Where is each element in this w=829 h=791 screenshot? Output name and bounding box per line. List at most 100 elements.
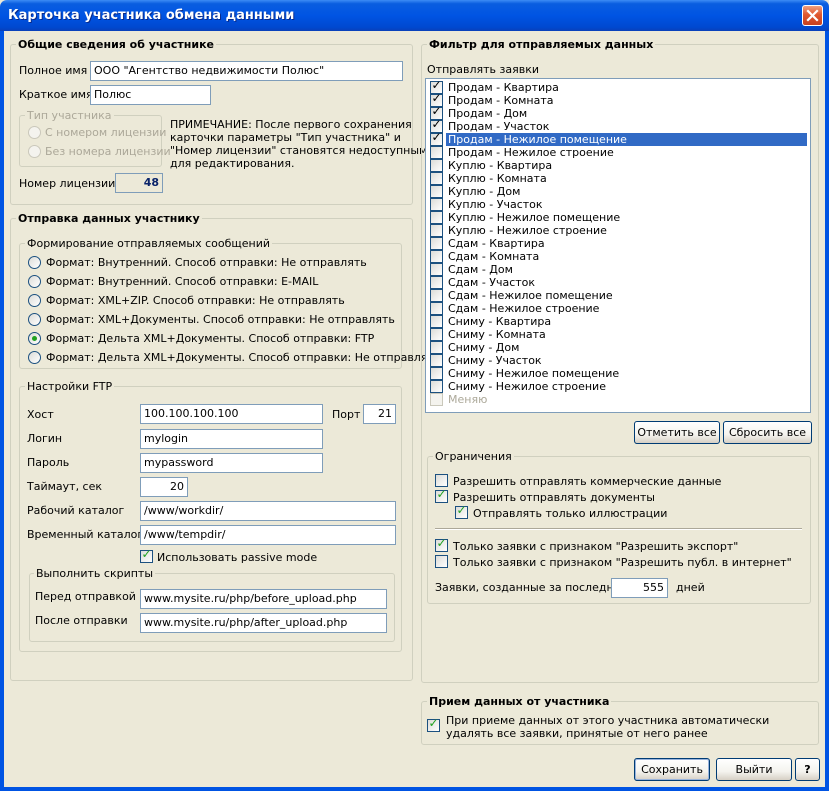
list-item[interactable]: Сниму - Участок xyxy=(428,354,807,367)
license-type-radio[interactable] xyxy=(28,126,41,139)
tempdir-input[interactable]: /www/tempdir/ xyxy=(140,525,396,545)
login-input[interactable]: mylogin xyxy=(140,429,323,449)
receive-title: Прием данных от участника xyxy=(427,695,612,708)
format-radio-6[interactable] xyxy=(28,351,41,364)
password-input[interactable]: mypassword xyxy=(140,453,323,473)
list-item-label: Меняю xyxy=(448,393,488,406)
list-item-checkbox[interactable] xyxy=(430,146,443,159)
workdir-input[interactable]: /www/workdir/ xyxy=(140,501,396,521)
list-item-checkbox[interactable] xyxy=(430,172,443,185)
auto-delete-label-line-2: удалять все заявки, принятые от него ран… xyxy=(446,727,708,740)
short-name-input[interactable]: Полюс xyxy=(90,85,211,105)
before-upload-input[interactable]: www.mysite.ru/php/before_upload.php xyxy=(140,589,387,609)
list-item-checkbox[interactable] xyxy=(430,263,443,276)
list-item-checkbox[interactable] xyxy=(430,302,443,315)
list-item[interactable]: Куплю - Дом xyxy=(428,185,807,198)
close-button[interactable] xyxy=(802,5,823,26)
list-item[interactable]: ✓ Продам - Дом xyxy=(428,105,807,120)
filter-title: Фильтр для отправляемых данных xyxy=(427,38,656,51)
list-item-checkbox[interactable] xyxy=(430,185,443,198)
only-export-checkbox[interactable]: ✓ xyxy=(435,537,448,552)
list-item-checkbox[interactable] xyxy=(430,250,443,263)
send-title: Отправка данных участнику xyxy=(16,212,202,225)
list-item-checkbox[interactable] xyxy=(430,328,443,341)
allow-documents-label: Разрешить отправлять документы xyxy=(453,491,655,504)
format-label-2: Формат: Внутренний. Способ отправки: E-M… xyxy=(46,275,319,288)
list-item[interactable]: Сдам - Комната xyxy=(428,250,807,263)
host-input[interactable]: 100.100.100.100 xyxy=(140,404,323,424)
list-item[interactable]: Куплю - Квартира xyxy=(428,159,807,172)
note-line-3: "Номер лицензии" становятся недоступными xyxy=(170,144,435,157)
allow-documents-checkbox[interactable]: ✓ xyxy=(435,488,448,503)
format-radio-1[interactable] xyxy=(28,256,41,269)
limits-separator xyxy=(435,528,802,530)
list-item[interactable]: Куплю - Нежилое помещение xyxy=(428,211,807,224)
format-radio-5[interactable] xyxy=(28,332,41,345)
list-item-checkbox[interactable] xyxy=(430,159,443,172)
exit-button[interactable]: Выйти xyxy=(716,758,792,781)
list-item[interactable]: Меняю xyxy=(428,393,807,406)
list-item-label: Куплю - Комната xyxy=(448,172,547,185)
passive-mode-checkbox[interactable]: ✓ xyxy=(140,548,153,563)
list-item[interactable]: Продам - Нежилое строение xyxy=(428,146,807,159)
list-item[interactable]: Сдам - Участок xyxy=(428,276,807,289)
list-item[interactable]: Сдам - Нежилое строение xyxy=(428,302,807,315)
list-item[interactable]: ✓ Продам - Комната xyxy=(428,92,807,107)
list-item-checkbox[interactable] xyxy=(430,393,443,406)
list-item[interactable]: Сдам - Нежилое помещение xyxy=(428,289,807,302)
list-item-checkbox[interactable] xyxy=(430,367,443,380)
full-name-label: Полное имя xyxy=(19,64,88,77)
timeout-input[interactable]: 20 xyxy=(140,477,188,497)
list-item[interactable]: Сниму - Квартира xyxy=(428,315,807,328)
list-item[interactable]: Сниму - Дом xyxy=(428,341,807,354)
license-number-label: Номер лицензии xyxy=(19,177,116,190)
list-item-checkbox[interactable] xyxy=(430,224,443,237)
format-radio-4[interactable] xyxy=(28,313,41,326)
only-publish-checkbox[interactable] xyxy=(435,555,448,568)
list-item-checkbox[interactable] xyxy=(430,276,443,289)
list-item-checkbox[interactable] xyxy=(430,341,443,354)
list-item-checkbox[interactable] xyxy=(430,354,443,367)
save-button[interactable]: Сохранить xyxy=(634,758,710,781)
list-item-checkbox[interactable] xyxy=(430,315,443,328)
list-item[interactable]: ✓ Продам - Квартира xyxy=(428,79,807,94)
list-item-checkbox[interactable] xyxy=(430,198,443,211)
list-item[interactable]: ✓ Продам - Нежилое помещение xyxy=(428,131,807,146)
only-illustrations-checkbox[interactable]: ✓ xyxy=(455,504,468,519)
format-label-4: Формат: XML+Документы. Способ отправки: … xyxy=(46,313,395,326)
auto-delete-checkbox[interactable]: ✓ xyxy=(427,717,440,732)
list-item[interactable]: Куплю - Нежилое строение xyxy=(428,224,807,237)
participant-type-title: Тип участника xyxy=(25,109,114,122)
list-item-checkbox[interactable] xyxy=(430,211,443,224)
list-item[interactable]: Сдам - Квартира xyxy=(428,237,807,250)
list-item[interactable]: ✓ Продам - Участок xyxy=(428,118,807,133)
list-item-checkbox[interactable]: ✓ xyxy=(430,131,443,146)
list-item[interactable]: Сниму - Комната xyxy=(428,328,807,341)
list-item[interactable]: Куплю - Участок xyxy=(428,198,807,211)
list-item-checkbox[interactable] xyxy=(430,237,443,250)
timeout-label: Таймаут, сек xyxy=(27,480,103,493)
list-item-label: Продам - Участок xyxy=(448,120,550,133)
format-radio-3[interactable] xyxy=(28,294,41,307)
port-input[interactable]: 21 xyxy=(363,404,396,424)
list-item-checkbox[interactable] xyxy=(430,380,443,393)
list-item-label: Сдам - Нежилое строение xyxy=(448,302,600,315)
allow-commercial-checkbox[interactable] xyxy=(435,474,448,487)
list-item-label: Сниму - Участок xyxy=(448,354,542,367)
reset-all-button[interactable]: Сбросить все xyxy=(723,421,812,444)
request-types-list[interactable]: ✓ Продам - Квартира ✓ Продам - Комната ✓ Прод… xyxy=(425,78,811,413)
full-name-input[interactable]: ООО "Агентство недвижимости Полюс" xyxy=(90,61,403,81)
mark-all-button[interactable]: Отметить все xyxy=(634,421,720,444)
list-item[interactable]: Куплю - Комната xyxy=(428,172,807,185)
format-radio-2[interactable] xyxy=(28,275,41,288)
limits-title: Ограничения xyxy=(433,450,514,463)
list-item[interactable]: Сдам - Дом xyxy=(428,263,807,276)
list-item-label: Сниму - Квартира xyxy=(448,315,552,328)
recent-days-input[interactable]: 555 xyxy=(611,578,668,598)
after-upload-input[interactable]: www.mysite.ru/php/after_upload.php xyxy=(140,613,387,633)
list-item[interactable]: Сниму - Нежилое помещение xyxy=(428,367,807,380)
list-item-checkbox[interactable] xyxy=(430,289,443,302)
help-button[interactable]: ? xyxy=(795,758,820,781)
list-item[interactable]: Сниму - Нежилое строение xyxy=(428,380,807,393)
no-license-type-radio[interactable] xyxy=(28,145,41,158)
